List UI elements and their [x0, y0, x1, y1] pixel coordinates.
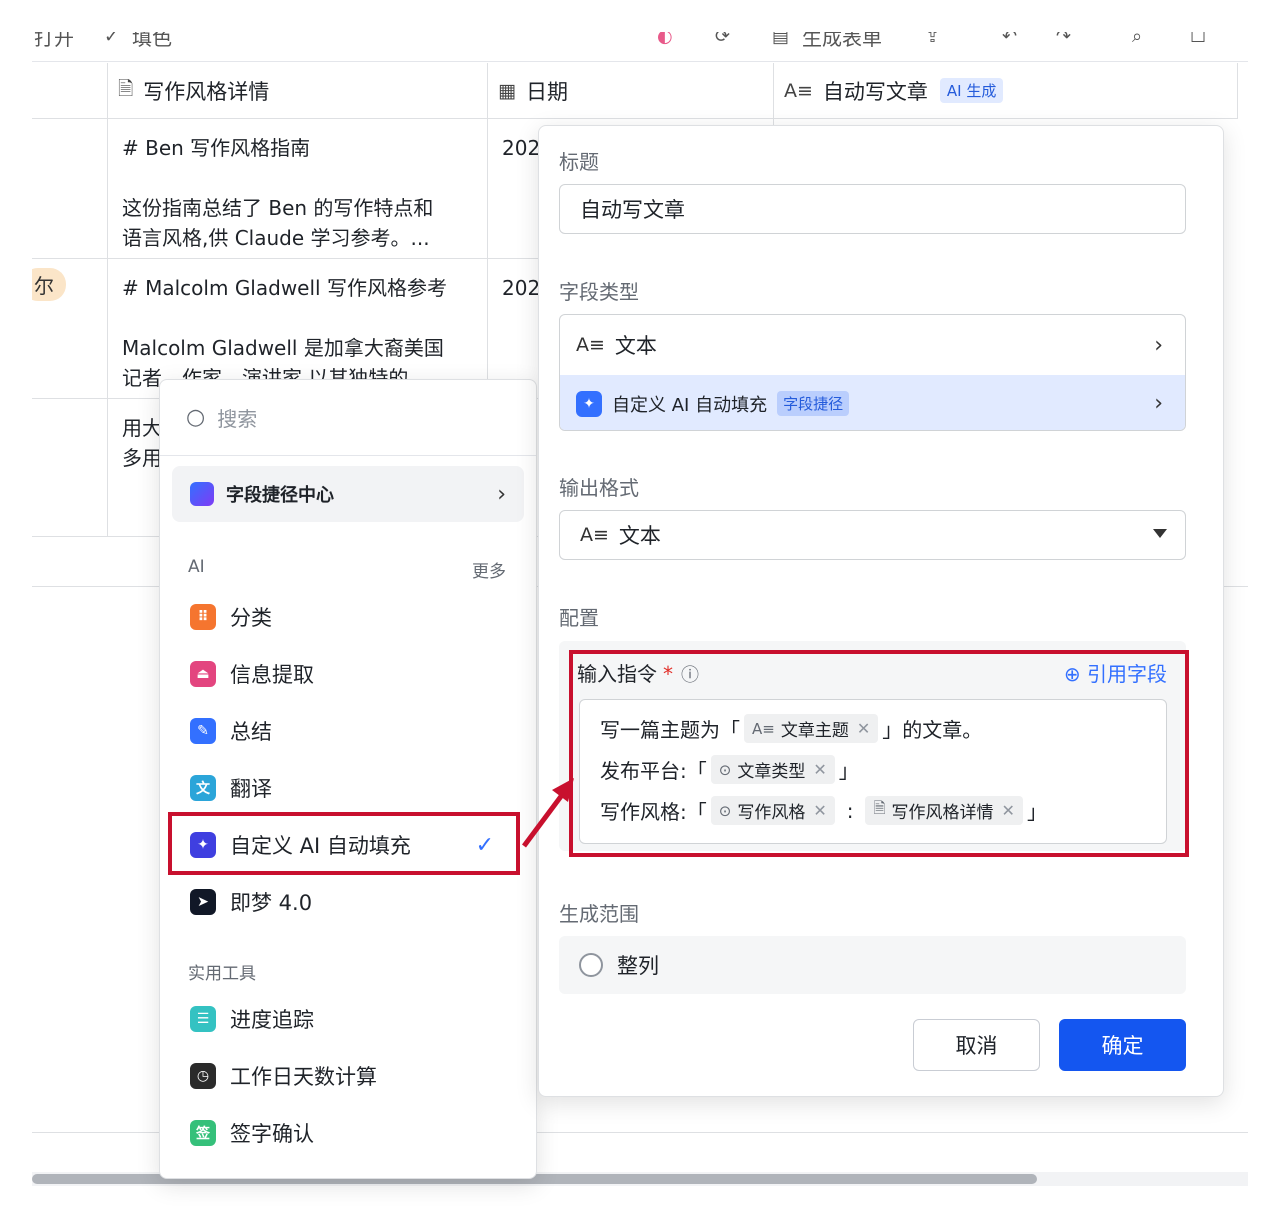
- menu-item-label: 信息提取: [230, 663, 314, 687]
- ai-logo-icon[interactable]: ◐: [657, 32, 673, 47]
- highlight-box-instruction: [569, 650, 1189, 857]
- menu-item-signature[interactable]: 签 签字确认: [172, 1108, 524, 1158]
- field-type-menu: ○ 搜索 字段捷径中心 › AI 更多 ⠿ 分类 ⏏ 信息提取 ✎ 总结 文 翻…: [159, 379, 537, 1179]
- column-label: 自动写文章: [822, 79, 928, 104]
- column-label: 日期: [525, 79, 568, 104]
- text-field-icon: A≡: [784, 79, 813, 102]
- menu-search[interactable]: ○ 搜索: [160, 380, 536, 456]
- cell-text: 语言风格,供 Claude 学习参考。...: [122, 226, 430, 250]
- confirm-button[interactable]: 确定: [1059, 1019, 1186, 1071]
- extract-icon: ⏏: [190, 661, 216, 687]
- table-cell[interactable]: # Malcolm Gladwell 写作风格参考 Malcolm Gladwe…: [108, 259, 488, 399]
- calendar-icon: ▦: [498, 79, 516, 102]
- column-header-prev[interactable]: [32, 63, 108, 119]
- field-type-value: 文本: [614, 334, 657, 358]
- menu-item-progress[interactable]: ☰ 进度追踪: [172, 994, 524, 1044]
- field-type-text-row[interactable]: A≡ 文本 ›: [560, 315, 1185, 375]
- paint-icon: ✓: [104, 32, 120, 47]
- search-icon: ○: [186, 405, 206, 430]
- menu-item-label: 总结: [230, 720, 272, 744]
- text-field-icon: A≡: [580, 524, 609, 546]
- title-input[interactable]: 自动写文章: [559, 184, 1186, 234]
- menu-item-label: 进度追踪: [230, 1008, 314, 1032]
- ai-generate-badge: AI 生成: [939, 78, 1004, 103]
- comment-icon[interactable]: ☐: [1190, 32, 1206, 47]
- title-label: 标题: [559, 150, 599, 174]
- range-option-label: 整列: [617, 954, 659, 978]
- column-label: 写作风格详情: [143, 79, 270, 104]
- undo-icon[interactable]: ↶: [1002, 32, 1017, 47]
- doc-icon: 🗎: [118, 77, 134, 100]
- table-cell[interactable]: [32, 119, 108, 259]
- cell-title: # Malcolm Gladwell 写作风格参考: [122, 276, 447, 300]
- output-format-label: 输出格式: [559, 476, 639, 500]
- table-cell[interactable]: [32, 399, 108, 537]
- tools-section-title: 实用工具: [188, 964, 256, 984]
- clock-icon: ◷: [190, 1063, 216, 1089]
- column-header-style-detail[interactable]: 🗎 写作风格详情: [108, 63, 488, 119]
- range-option-whole-column[interactable]: 整列: [559, 936, 1186, 994]
- share-icon[interactable]: ⇪: [925, 32, 940, 47]
- classify-icon: ⠿: [190, 604, 216, 630]
- toolbar-open[interactable]: 打开: [34, 32, 74, 51]
- summary-icon: ✎: [190, 718, 216, 744]
- menu-item-jimeng[interactable]: ➤ 即梦 4.0: [172, 877, 524, 927]
- chevron-right-icon: ›: [497, 481, 506, 507]
- highlight-box-menu: [168, 812, 520, 875]
- field-type-selector: A≡ 文本 › ✦ 自定义 AI 自动填充 字段捷径 ›: [559, 314, 1186, 431]
- column-header-date[interactable]: ▦ 日期: [488, 63, 774, 119]
- cell-text: Malcolm Gladwell 是加拿大裔美国: [122, 336, 444, 360]
- title-input-value: 自动写文章: [580, 198, 685, 222]
- range-label: 生成范围: [559, 902, 639, 926]
- menu-item-classify[interactable]: ⠿ 分类: [172, 592, 524, 642]
- toolbar-generate-form[interactable]: 生成表单: [802, 32, 882, 51]
- search-input[interactable]: 搜索: [217, 403, 257, 432]
- jimeng-icon: ➤: [190, 889, 216, 915]
- output-format-value: 文本: [618, 524, 661, 548]
- progress-icon: ☰: [190, 1006, 216, 1032]
- caret-down-icon: [1153, 529, 1167, 538]
- custom-ai-label: 自定义 AI 自动填充: [612, 394, 768, 416]
- menu-item-workdays[interactable]: ◷ 工作日天数计算: [172, 1051, 524, 1101]
- menu-item-label: 翻译: [230, 777, 272, 801]
- more-link[interactable]: 更多: [472, 557, 506, 582]
- automation-icon[interactable]: ⟳: [715, 32, 730, 47]
- menu-item-extract[interactable]: ⏏ 信息提取: [172, 649, 524, 699]
- signature-icon: 签: [190, 1120, 216, 1146]
- cell-text: 这份指南总结了 Ben 的写作特点和: [122, 196, 434, 220]
- redo-icon[interactable]: ↷: [1056, 32, 1071, 47]
- output-format-select[interactable]: A≡ 文本: [559, 510, 1186, 560]
- custom-ai-row[interactable]: ✦ 自定义 AI 自动填充 字段捷径 ›: [560, 375, 1185, 430]
- cancel-button[interactable]: 取消: [913, 1019, 1040, 1071]
- shortcut-tag: 字段捷径: [777, 391, 850, 416]
- shortcut-center-item[interactable]: 字段捷径中心 ›: [172, 466, 524, 522]
- field-config-panel: 标题 自动写文章 字段类型 A≡ 文本 › ✦ 自定义 AI 自动填充 字段捷径…: [538, 125, 1224, 1097]
- sparkle-icon: ✦: [576, 390, 602, 417]
- chevron-right-icon: ›: [1154, 391, 1163, 416]
- radio-button[interactable]: [579, 953, 603, 977]
- menu-item-label: 即梦 4.0: [230, 891, 313, 915]
- menu-item-summary[interactable]: ✎ 总结: [172, 706, 524, 756]
- config-label: 配置: [559, 606, 599, 630]
- search-icon[interactable]: ⌕: [1132, 32, 1142, 47]
- field-type-label: 字段类型: [559, 280, 639, 304]
- chevron-right-icon: ›: [1154, 332, 1163, 358]
- menu-item-label: 工作日天数计算: [230, 1065, 377, 1089]
- menu-item-label: 签字确认: [230, 1122, 314, 1146]
- column-header-auto-article[interactable]: A≡ 自动写文章 AI 生成: [774, 63, 1238, 119]
- text-field-icon: A≡: [576, 334, 605, 356]
- table-cell[interactable]: # Ben 写作风格指南 这份指南总结了 Ben 的写作特点和 语言风格,供 C…: [108, 119, 488, 259]
- top-toolbar: 打开 ✓ 填色 ◐ ⟳ ▤ 生成表单 ⇪ ↶ ↷ ⌕ ☐: [32, 32, 1248, 62]
- form-icon: ▤: [772, 32, 790, 47]
- menu-item-translate[interactable]: 文 翻译: [172, 763, 524, 813]
- ai-section-title: AI: [188, 557, 205, 577]
- translate-icon: 文: [190, 775, 216, 801]
- cell-title: # Ben 写作风格指南: [122, 136, 311, 160]
- shortcut-center-label: 字段捷径中心: [226, 485, 334, 506]
- toolbar-fill[interactable]: 填色: [132, 32, 172, 51]
- option-pill: 尔: [32, 268, 66, 301]
- menu-item-label: 分类: [230, 606, 272, 630]
- shortcut-logo-icon: [190, 482, 214, 506]
